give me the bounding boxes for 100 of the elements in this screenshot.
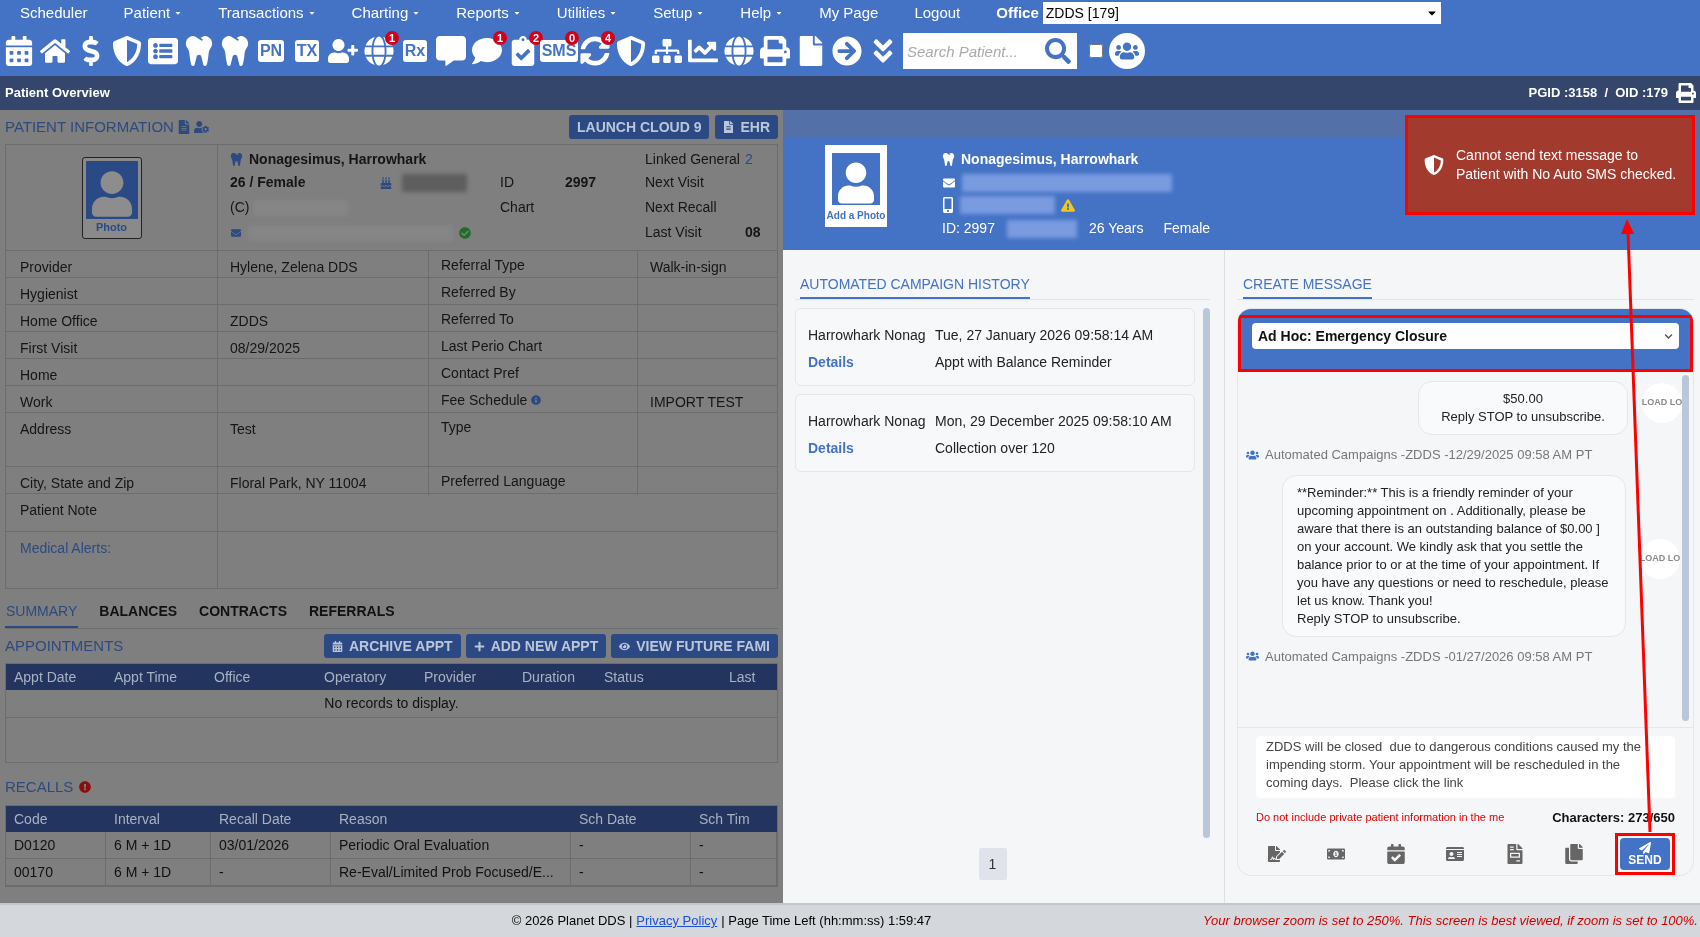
action-button[interactable]: ARCHIVE APPT (323, 634, 461, 658)
menu-item[interactable]: Charting (351, 1, 421, 25)
empty-message: No records to display. (324, 694, 459, 713)
page-button[interactable]: 1 (978, 848, 1007, 880)
launch-button[interactable]: LAUNCH CLOUD 9 (569, 115, 710, 139)
field-value: 08/29/2025 (230, 340, 301, 356)
caret-icon (696, 9, 705, 17)
toolbar-button[interactable]: 2 (505, 31, 541, 71)
menu-item[interactable]: Help (740, 1, 784, 25)
send-button[interactable]: SEND (1620, 838, 1670, 870)
field-label: First Visit (20, 340, 78, 356)
patient-age: 26 Years (1088, 219, 1144, 238)
page-title: Patient Overview (5, 84, 110, 103)
search-button[interactable] (1039, 33, 1077, 69)
privacy-link[interactable]: Privacy Policy (636, 911, 718, 931)
copyright: © 2026 Planet DDS | (511, 912, 633, 931)
users-search-button[interactable] (1109, 33, 1145, 69)
column-header: Status (603, 667, 645, 687)
globe-icon (724, 36, 754, 66)
section-tab[interactable]: AUTOMATED CAMPAIGN HISTORY (800, 274, 1030, 299)
network-icon (652, 36, 682, 66)
field-value: Hylene, Zelena DDS (230, 259, 358, 275)
field-label: ID (500, 173, 515, 192)
office-dropdown[interactable]: ZDDS [179] (1042, 2, 1441, 24)
toolbar-button[interactable]: Rx (397, 31, 433, 71)
menu-item[interactable]: Transactions (218, 1, 316, 25)
table-cell: 6 M + 1D (106, 832, 211, 859)
toolbar-button[interactable]: TX (289, 31, 325, 71)
template-dropdown[interactable]: Ad Hoc: Emergency Closure (1252, 323, 1679, 349)
table-cell: - (571, 859, 691, 886)
checkbox[interactable] (1089, 44, 1103, 58)
tab[interactable]: CONTRACTS (198, 601, 288, 628)
users-icon (1246, 650, 1259, 663)
details-link[interactable]: Details (808, 438, 935, 459)
column-header: Duration (521, 667, 576, 687)
toolbar-button[interactable]: 1 (361, 31, 397, 71)
field-label: Medical Alerts: (20, 540, 112, 556)
sent-date: Tue, 27 January 2026 09:58:14 AM (935, 326, 1154, 345)
section-title: APPOINTMENTS (5, 635, 124, 656)
caret-icon (307, 9, 316, 17)
table-cell: Re-Eval/Limited Prob Focused/E... (331, 859, 571, 886)
section-tab[interactable]: CREATE MESSAGE (1243, 274, 1372, 299)
column-header: Operatory (323, 667, 388, 687)
recipient-name: Harrowhark Nonag (808, 412, 927, 431)
toolbar-button[interactable]: 1 (469, 31, 505, 71)
age-sex: 26 / Female (230, 173, 307, 192)
photo-frame[interactable]: Add a Photo (825, 145, 887, 227)
column-header: Sch Tim (698, 809, 751, 829)
count-badge: 1 (385, 31, 399, 45)
photo-label: Add a Photo (826, 209, 886, 223)
field-label: Linked General (645, 149, 741, 169)
field-label: Referral Type (441, 256, 525, 275)
time-left: | Page Time Left (hh:mm:ss) 1:59:47 (721, 912, 932, 931)
email-icon (230, 227, 242, 238)
list-icon (148, 36, 178, 66)
field-label: Last Visit (645, 223, 703, 242)
column-header: Code (13, 809, 49, 829)
user-gear-icon (193, 120, 209, 134)
menu-item[interactable]: My Page (819, 1, 879, 25)
user-plus-icon (328, 36, 358, 66)
action-button[interactable]: ADD NEW APPT (465, 634, 607, 658)
menu-item[interactable]: Patient (123, 1, 183, 25)
refresh-icon (580, 36, 610, 66)
tab[interactable]: REFERRALS (308, 601, 396, 628)
alert-icon (79, 781, 92, 793)
scrollbar[interactable] (1203, 308, 1210, 838)
message-field[interactable]: ZDDS will be closed due to dangerous conditions caused my the impending storm. Your appointment will be rescheduled in the coming days. Please click the link (1256, 735, 1675, 798)
calendar-icon (4, 36, 34, 66)
details-link[interactable]: Details (808, 352, 935, 373)
column-header: Reason (338, 809, 389, 829)
toolbar-button[interactable]: SMS 0 (541, 31, 577, 71)
search-field[interactable]: Search Patient... (903, 33, 1039, 69)
field-label: Referred By (441, 283, 516, 302)
toolbar-button[interactable]: 4 (577, 31, 613, 71)
field-label: Next Visit (645, 173, 705, 192)
message-bubble: $50.00 Reply STOP to unsubscribe. (1418, 381, 1628, 435)
campaign-name: Appt with Balance Reminder (935, 353, 1112, 372)
field-label: Home (20, 367, 58, 383)
toolbar-button[interactable]: PN (253, 31, 289, 71)
patient-name: Nonagesimus, Harrowhark (961, 150, 1139, 169)
menu-item[interactable]: Setup (653, 1, 705, 25)
table-cell: D0120 (6, 832, 106, 859)
menu-item[interactable]: Reports (456, 1, 521, 25)
field-value: IMPORT TEST (650, 394, 744, 410)
printer-icon[interactable] (1676, 83, 1696, 103)
menu-item[interactable]: Logout (914, 1, 961, 25)
warning-icon (1061, 198, 1075, 212)
copy-icon[interactable] (1562, 842, 1585, 866)
action-button[interactable]: VIEW FUTURE FAMI (611, 634, 778, 658)
calendar-check-icon[interactable] (1384, 842, 1407, 866)
field-value: Test (230, 421, 256, 437)
ehr-button[interactable]: EHR (715, 115, 778, 139)
menu-item[interactable]: Utilities (556, 1, 618, 25)
caret-icon (412, 9, 421, 17)
menu-item[interactable]: Scheduler (20, 1, 88, 25)
scrollbar[interactable] (1682, 375, 1689, 721)
field-value: 08 (745, 223, 762, 242)
tab[interactable]: BALANCES (98, 601, 179, 628)
photo-frame[interactable]: Photo (81, 156, 142, 239)
count-badge: 4 (601, 31, 615, 45)
